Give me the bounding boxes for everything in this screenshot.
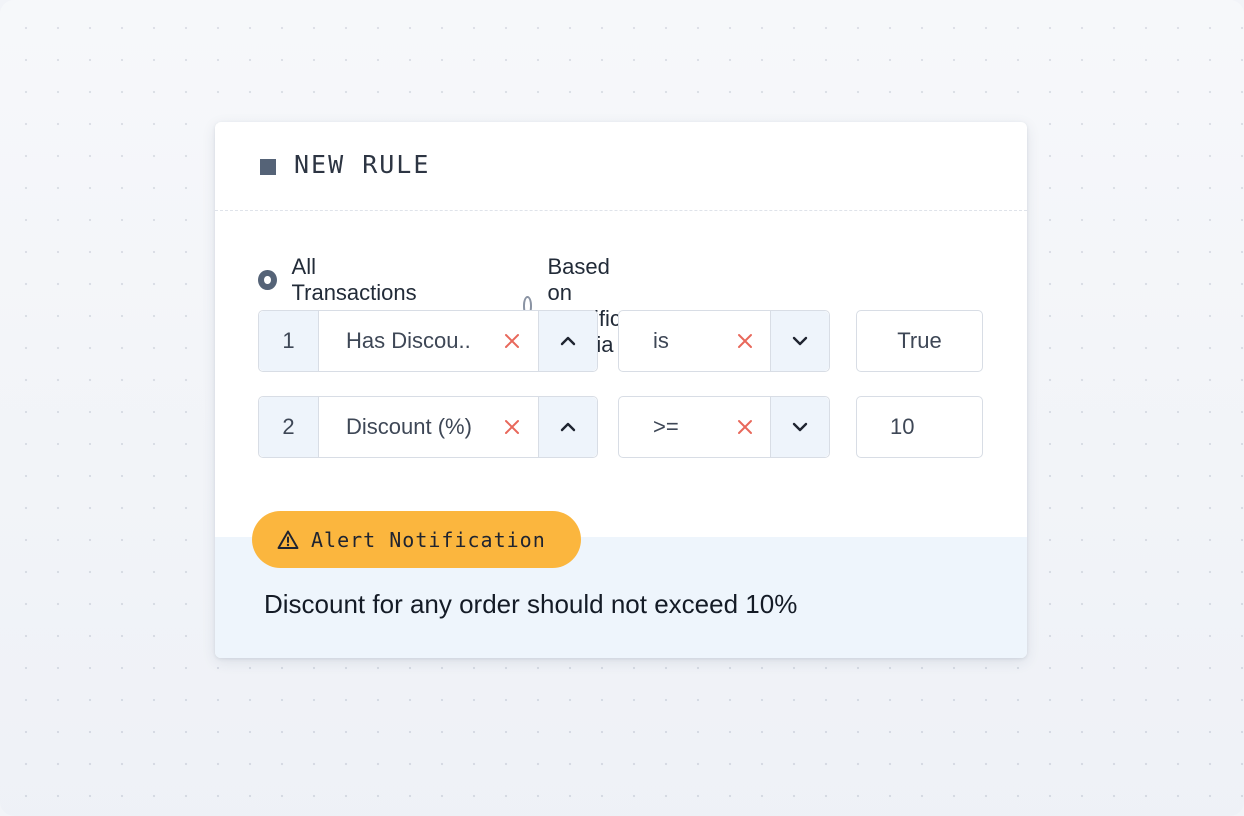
operator-toggle-button[interactable] (770, 397, 829, 457)
square-icon (260, 159, 276, 175)
clear-icon[interactable] (503, 332, 521, 350)
clear-icon[interactable] (736, 332, 754, 350)
value-input[interactable]: True (856, 310, 983, 372)
radio-label: All Transactions (291, 254, 417, 305)
field-select[interactable]: 2 Discount (%) (258, 396, 598, 458)
operator-select[interactable]: is (618, 310, 830, 372)
radio-checked-icon[interactable] (258, 270, 277, 290)
operator-select-value[interactable]: is (653, 311, 669, 371)
operator-toggle-button[interactable] (770, 311, 829, 371)
alert-message: Discount for any order should not exceed… (264, 589, 798, 619)
field-toggle-button[interactable] (538, 311, 597, 371)
chevron-up-icon (560, 336, 576, 346)
value-input[interactable]: 10 (856, 396, 983, 458)
alert-notification-badge: Alert Notification (252, 511, 581, 568)
field-toggle-button[interactable] (538, 397, 597, 457)
field-select-value[interactable]: Has Discou.. (346, 311, 471, 371)
clear-icon[interactable] (503, 418, 521, 436)
field-select[interactable]: 1 Has Discou.. (258, 310, 598, 372)
chevron-down-icon (792, 336, 808, 346)
criterion-number: 2 (259, 397, 319, 457)
clear-icon[interactable] (736, 418, 754, 436)
card-header: NEW RULE (215, 122, 1027, 211)
alert-badge-label: Alert Notification (311, 527, 546, 552)
operator-select-value[interactable]: >= (653, 397, 679, 457)
field-select-value[interactable]: Discount (%) (346, 397, 472, 457)
operator-select[interactable]: >= (618, 396, 830, 458)
card-title: NEW RULE (294, 150, 431, 179)
chevron-down-icon (792, 422, 808, 432)
criterion-number: 1 (259, 311, 319, 371)
radio-all-transactions[interactable]: All Transactions (258, 254, 418, 306)
warning-icon (277, 530, 299, 549)
new-rule-card: NEW RULE All Transactions Based on speci… (215, 122, 1027, 658)
chevron-up-icon (560, 422, 576, 432)
value-input-text[interactable]: True (857, 311, 982, 371)
value-input-text[interactable]: 10 (857, 397, 982, 457)
